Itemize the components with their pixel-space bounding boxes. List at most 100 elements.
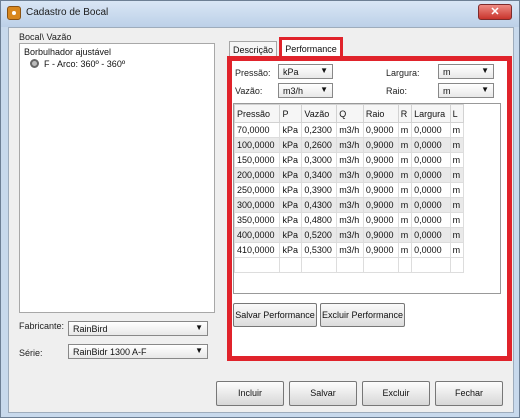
- table-cell[interactable]: 0,9000: [362, 152, 399, 168]
- table-cell[interactable]: 0,9000: [362, 197, 399, 213]
- table-row[interactable]: 150,0000 kPa 0,3000 m3/h 0,9000 m 0,0000 m: [234, 152, 465, 168]
- table-cell[interactable]: m3/h: [336, 152, 364, 168]
- table-cell[interactable]: 250,0000: [234, 182, 281, 198]
- table-cell[interactable]: 0,9000: [362, 227, 399, 243]
- table-row[interactable]: 250,0000 kPa 0,3900 m3/h 0,9000 m 0,0000 m: [234, 182, 465, 198]
- table-cell[interactable]: kPa: [279, 182, 303, 198]
- empty-cell[interactable]: [449, 257, 465, 273]
- table-cell[interactable]: 70,0000: [234, 122, 281, 138]
- table-cell[interactable]: m: [449, 167, 465, 183]
- table-cell[interactable]: m: [397, 212, 413, 228]
- table-cell[interactable]: 0,3900: [301, 182, 338, 198]
- table-cell[interactable]: m3/h: [336, 227, 364, 243]
- table-cell[interactable]: 0,2600: [301, 137, 338, 153]
- table-cell[interactable]: 0,9000: [362, 137, 399, 153]
- empty-cell[interactable]: [234, 257, 281, 273]
- table-cell[interactable]: 0,9000: [362, 182, 399, 198]
- table-cell[interactable]: 0,0000: [411, 242, 451, 258]
- table-cell[interactable]: m3/h: [336, 212, 364, 228]
- table-cell[interactable]: 400,0000: [234, 227, 281, 243]
- table-cell[interactable]: m3/h: [336, 182, 364, 198]
- table-cell[interactable]: m3/h: [336, 197, 364, 213]
- table-row[interactable]: 410,0000 kPa 0,5300 m3/h 0,9000 m 0,0000 m: [234, 242, 465, 258]
- bocal-listbox[interactable]: Borbulhador ajustável F - Arco: 360º - 3…: [19, 43, 215, 313]
- table-cell[interactable]: 0,0000: [411, 152, 451, 168]
- table-cell[interactable]: m: [397, 182, 413, 198]
- table-header-cell[interactable]: Raio: [362, 104, 399, 123]
- table-cell[interactable]: 0,9000: [362, 212, 399, 228]
- raio-unit-select[interactable]: m ▼: [438, 83, 494, 98]
- table-cell[interactable]: 0,5300: [301, 242, 338, 258]
- table-cell[interactable]: kPa: [279, 137, 303, 153]
- table-cell[interactable]: m3/h: [336, 242, 364, 258]
- table-cell[interactable]: 350,0000: [234, 212, 281, 228]
- new-row[interactable]: [234, 257, 465, 273]
- table-header-cell[interactable]: L: [449, 104, 465, 123]
- table-header-cell[interactable]: Vazão: [301, 104, 338, 123]
- largura-unit-select[interactable]: m ▼: [438, 64, 494, 79]
- table-cell[interactable]: m: [449, 212, 465, 228]
- delete-performance-button[interactable]: Excluir Performance: [320, 303, 405, 327]
- empty-cell[interactable]: [397, 257, 413, 273]
- table-cell[interactable]: m: [397, 167, 413, 183]
- table-cell[interactable]: m: [397, 122, 413, 138]
- table-cell[interactable]: 0,0000: [411, 212, 451, 228]
- table-cell[interactable]: m: [397, 242, 413, 258]
- table-cell[interactable]: m3/h: [336, 137, 364, 153]
- table-cell[interactable]: m3/h: [336, 122, 364, 138]
- table-header-cell[interactable]: Q: [336, 104, 364, 123]
- table-cell[interactable]: 200,0000: [234, 167, 281, 183]
- table-cell[interactable]: kPa: [279, 212, 303, 228]
- close-button[interactable]: ✕: [478, 4, 512, 20]
- save-performance-button[interactable]: Salvar Performance: [233, 303, 317, 327]
- pressao-unit-select[interactable]: kPa ▼: [278, 64, 333, 79]
- include-button[interactable]: Incluir: [216, 381, 284, 406]
- table-cell[interactable]: m: [449, 152, 465, 168]
- table-cell[interactable]: 0,9000: [362, 167, 399, 183]
- table-cell[interactable]: m: [449, 122, 465, 138]
- table-cell[interactable]: m: [449, 182, 465, 198]
- close-dialog-button[interactable]: Fechar: [435, 381, 503, 406]
- empty-cell[interactable]: [336, 257, 364, 273]
- table-cell[interactable]: 0,0000: [411, 122, 451, 138]
- serie-select[interactable]: RainBidr 1300 A-F ▼: [68, 344, 208, 359]
- table-cell[interactable]: 0,0000: [411, 182, 451, 198]
- table-row[interactable]: 300,0000 kPa 0,4300 m3/h 0,9000 m 0,0000 m: [234, 197, 465, 213]
- table-cell[interactable]: 0,0000: [411, 167, 451, 183]
- table-cell[interactable]: 300,0000: [234, 197, 281, 213]
- table-cell[interactable]: 0,9000: [362, 242, 399, 258]
- table-cell[interactable]: kPa: [279, 197, 303, 213]
- table-cell[interactable]: 0,3400: [301, 167, 338, 183]
- table-row[interactable]: 70,0000 kPa 0,2300 m3/h 0,9000 m 0,0000 m: [234, 122, 465, 138]
- table-cell[interactable]: m: [449, 197, 465, 213]
- save-button[interactable]: Salvar: [289, 381, 357, 406]
- table-cell[interactable]: 0,4800: [301, 212, 338, 228]
- empty-cell[interactable]: [362, 257, 399, 273]
- table-cell[interactable]: 0,9000: [362, 122, 399, 138]
- table-cell[interactable]: 0,2300: [301, 122, 338, 138]
- table-cell[interactable]: m: [397, 137, 413, 153]
- table-cell[interactable]: m: [449, 227, 465, 243]
- table-row[interactable]: 400,0000 kPa 0,5200 m3/h 0,9000 m 0,0000 m: [234, 227, 465, 243]
- fabricante-select[interactable]: RainBird ▼: [68, 321, 208, 336]
- table-cell[interactable]: kPa: [279, 122, 303, 138]
- table-cell[interactable]: m: [449, 137, 465, 153]
- table-row[interactable]: 100,0000 kPa 0,2600 m3/h 0,9000 m 0,0000 m: [234, 137, 465, 153]
- table-cell[interactable]: 0,0000: [411, 227, 451, 243]
- table-row[interactable]: 200,0000 kPa 0,3400 m3/h 0,9000 m 0,0000 m: [234, 167, 465, 183]
- table-cell[interactable]: 0,4300: [301, 197, 338, 213]
- table-cell[interactable]: m3/h: [336, 167, 364, 183]
- table-cell[interactable]: m: [397, 152, 413, 168]
- table-cell[interactable]: 0,0000: [411, 137, 451, 153]
- table-header-cell[interactable]: R: [397, 104, 413, 123]
- table-row[interactable]: 350,0000 kPa 0,4800 m3/h 0,9000 m 0,0000 m: [234, 212, 465, 228]
- table-cell[interactable]: m: [397, 227, 413, 243]
- table-cell[interactable]: 410,0000: [234, 242, 281, 258]
- vazao-unit-select[interactable]: m3/h ▼: [278, 83, 333, 98]
- table-cell[interactable]: kPa: [279, 242, 303, 258]
- table-cell[interactable]: m: [449, 242, 465, 258]
- empty-cell[interactable]: [411, 257, 451, 273]
- table-cell[interactable]: kPa: [279, 167, 303, 183]
- table-cell[interactable]: kPa: [279, 227, 303, 243]
- table-cell[interactable]: 150,0000: [234, 152, 281, 168]
